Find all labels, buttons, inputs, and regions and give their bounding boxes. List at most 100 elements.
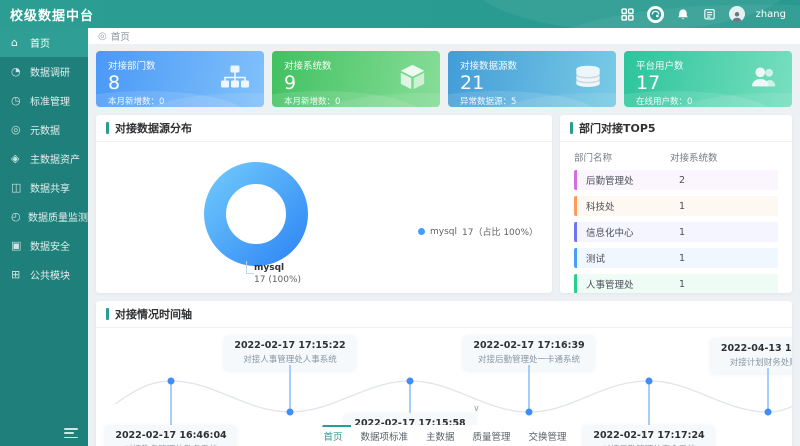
sidebar-item-metadata[interactable]: ◎ 元数据: [0, 115, 88, 144]
event-time: 2022-02-17 16:46:04: [115, 430, 226, 441]
sidebar-item-home[interactable]: ⌂ 首页: [0, 28, 88, 57]
stat-card-departments[interactable]: 对接部门数 8 本月新增数：0: [96, 51, 264, 107]
table-header: 部门名称 对接系统数: [560, 142, 792, 170]
chevron-down-icon[interactable]: ∨: [473, 404, 480, 414]
username-label[interactable]: zhang: [756, 9, 786, 20]
sidebar-item-label: 数据安全: [30, 238, 70, 253]
share-icon: ◫: [11, 181, 25, 194]
callout-value: 17 (100%): [254, 275, 301, 285]
dept-name: 科技处: [577, 199, 679, 213]
legend-label: mysql: [430, 227, 457, 237]
datasource-distribution-panel: 对接数据源分布 mysql 17 (100%): [96, 115, 552, 293]
timeline-dot[interactable]: [526, 409, 533, 416]
panel-title: 部门对接TOP5: [560, 115, 792, 142]
stat-card-users[interactable]: 平台用户数 17 在线用户数：0: [624, 51, 792, 107]
legend-value: 17（占比 100%）: [462, 225, 538, 238]
breadcrumb[interactable]: ◎ 首页: [88, 28, 800, 45]
table-row: 科技处 1: [574, 196, 778, 216]
tab-quality-mgmt[interactable]: 质量管理: [464, 425, 520, 446]
donut-callout: mysql 17 (100%): [244, 263, 301, 285]
legend-dot-icon: [418, 228, 425, 235]
dept-count: 1: [679, 253, 685, 264]
report-icon[interactable]: [702, 6, 718, 22]
cube-icon: [399, 64, 426, 95]
sidebar-item-data-security[interactable]: ▣ 数据安全: [0, 231, 88, 260]
sidebar-item-label: 数据质量监测: [28, 209, 88, 224]
modules-icon: ⊞: [11, 268, 25, 281]
chart-legend-item[interactable]: mysql 17（占比 100%）: [418, 225, 538, 238]
dept-count: 1: [679, 227, 685, 238]
users-icon: [750, 65, 778, 93]
dashboard-content: 对接部门数 8 本月新增数：0 对接系统数 9 本月新增数：0: [88, 45, 800, 446]
stat-footer: 异常数据源：5: [460, 95, 604, 107]
event-time: 2022-04-13 19:02: [721, 343, 792, 354]
sidebar-item-master-data[interactable]: ◈ 主数据资产: [0, 144, 88, 173]
monitor-icon: ◴: [11, 210, 23, 223]
callout-label: mysql: [254, 263, 301, 273]
panel-title: 对接数据源分布: [96, 115, 552, 142]
target-icon: ◎: [11, 123, 25, 136]
dept-name: 信息化中心: [577, 225, 679, 239]
event-time: 2022-02-17 17:15:22: [234, 340, 345, 351]
sidebar: ⌂ 首页 ◔ 数据调研 ◷ 标准管理 ◎ 元数据 ◈ 主数据资产 ◫ 数据共享 …: [0, 28, 88, 446]
sidebar-item-quality-monitor[interactable]: ◴ 数据质量监测: [0, 202, 88, 231]
user-avatar[interactable]: [729, 6, 745, 22]
stat-card-datasources[interactable]: 对接数据源数 21 异常数据源：5: [448, 51, 616, 107]
sidebar-item-label: 元数据: [30, 122, 60, 137]
stat-footer: 在线用户数：0: [636, 95, 780, 107]
stat-footer: 本月新增数：0: [284, 95, 428, 107]
sidebar-item-label: 主数据资产: [30, 151, 80, 166]
stat-footer: 本月新增数：0: [108, 95, 252, 107]
tab-data-item-standard[interactable]: 数据项标准: [351, 425, 417, 446]
table-row: 测试 1: [574, 248, 778, 268]
gauge-icon: ◔: [11, 65, 25, 78]
tab-master-data[interactable]: 主数据: [417, 425, 464, 446]
stat-cards-row: 对接部门数 8 本月新增数：0 对接系统数 9 本月新增数：0: [96, 51, 792, 107]
event-time: 2022-02-17 17:17:24: [593, 430, 704, 441]
sidebar-item-data-research[interactable]: ◔ 数据调研: [0, 57, 88, 86]
timeline-dot[interactable]: [765, 409, 772, 416]
table-row: 信息化中心 1: [574, 222, 778, 242]
app-header: 校级数据中台 zhang: [0, 0, 800, 28]
sidebar-item-label: 数据调研: [30, 64, 70, 79]
sitemap-icon: [220, 65, 250, 94]
bottom-tabbar: 首页 数据项标准 主数据 质量管理 交换管理: [312, 425, 578, 446]
sidebar-item-data-share[interactable]: ◫ 数据共享: [0, 173, 88, 202]
tab-exchange-mgmt[interactable]: 交换管理: [520, 425, 576, 446]
dept-count: 2: [679, 175, 685, 186]
bell-icon[interactable]: [675, 6, 691, 22]
dept-name: 人事管理处: [577, 277, 679, 291]
column-header-count: 对接系统数: [670, 150, 718, 164]
sidebar-item-label: 首页: [30, 35, 50, 50]
dept-count: 1: [679, 201, 685, 212]
department-top5-panel: 部门对接TOP5 部门名称 对接系统数 后勤管理处 2 科技处 1 信息化中心 …: [560, 115, 792, 293]
event-desc: 对接计划财务处财务: [721, 356, 792, 368]
database-icon: [574, 64, 602, 94]
home-icon: ⌂: [11, 36, 25, 49]
breadcrumb-label: 首页: [111, 29, 130, 43]
gem-icon: ◈: [11, 152, 25, 165]
dept-name: 测试: [577, 251, 679, 265]
timeline-dot[interactable]: [168, 378, 175, 385]
middle-row: 对接数据源分布 mysql 17 (100%): [96, 115, 792, 293]
table-row: 后勤管理处 2: [574, 170, 778, 190]
dept-count: 1: [679, 279, 685, 290]
sidebar-collapse-icon[interactable]: [64, 428, 78, 438]
sidebar-item-standard-mgmt[interactable]: ◷ 标准管理: [0, 86, 88, 115]
clock-icon: ◷: [11, 94, 25, 107]
app-title: 校级数据中台: [0, 5, 94, 24]
apps-grid-icon[interactable]: [620, 6, 636, 22]
timeline-dot[interactable]: [407, 378, 414, 385]
dept-name: 后勤管理处: [577, 173, 679, 187]
main-area: ◎ 首页 对接部门数 8 本月新增数：0 对接系统数 9 本月新增数：0: [88, 28, 800, 446]
location-circle-icon: ◎: [98, 31, 107, 42]
column-header-name: 部门名称: [574, 150, 670, 164]
theme-logo-icon[interactable]: [647, 6, 664, 23]
sidebar-item-label: 数据共享: [30, 180, 70, 195]
sidebar-item-label: 标准管理: [30, 93, 70, 108]
shield-icon: ▣: [11, 239, 25, 252]
stat-card-systems[interactable]: 对接系统数 9 本月新增数：0: [272, 51, 440, 107]
timeline-dot[interactable]: [287, 409, 294, 416]
sidebar-item-common-modules[interactable]: ⊞ 公共模块: [0, 260, 88, 289]
timeline-dot[interactable]: [646, 378, 653, 385]
